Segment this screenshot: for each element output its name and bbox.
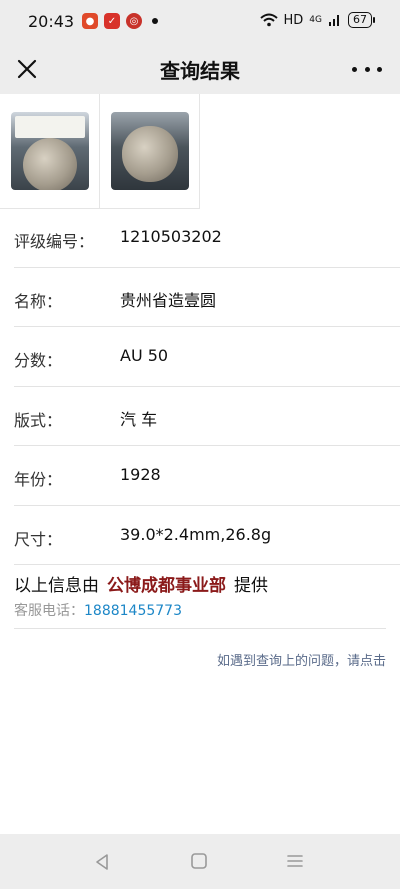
signal-icon: [329, 15, 339, 26]
dot-icon: [364, 66, 370, 72]
detail-value: AU 50: [120, 346, 169, 365]
detail-list: 评级编号： 1210503202 名称： 贵州省造壹圆 分数： AU 50 版式…: [0, 208, 400, 565]
battery-indicator: 67: [348, 12, 375, 28]
detail-label: 名称：: [14, 291, 63, 311]
help-link[interactable]: 如遇到查询上的问题，请点击: [217, 650, 386, 669]
graded-slab-image: [110, 112, 189, 190]
title-bar: 查询结果: [0, 44, 400, 94]
detail-label: 分数：: [14, 351, 63, 370]
detail-value: 39.0*2.4mm,26.8g: [120, 524, 272, 544]
provider-org: 公博成都事业部: [107, 576, 226, 596]
detail-label: 年份：: [14, 470, 63, 489]
network-label: HD: [283, 12, 304, 28]
coin-photo-front[interactable]: [0, 94, 100, 209]
detail-label: 尺寸：: [14, 529, 63, 549]
detail-value: 汽 车: [120, 409, 158, 429]
more-options-button[interactable]: [352, 58, 382, 80]
page-title: 查询结果: [160, 58, 240, 83]
app-notification-icon: ✓: [104, 13, 120, 29]
system-nav-bar: [0, 834, 400, 889]
slab-label-image: [14, 116, 85, 138]
status-time: 20:43: [28, 12, 75, 31]
coin-photo-back[interactable]: [100, 94, 200, 209]
detail-row-variety: 版式： 汽 车: [14, 387, 400, 446]
app-notification-icon: ●: [82, 13, 98, 29]
wifi-icon: [259, 13, 278, 27]
dot-icon: [377, 66, 382, 72]
signal-type: 4G: [309, 15, 322, 25]
recent-apps-icon[interactable]: [286, 853, 304, 869]
detail-label: 评级编号：: [14, 232, 95, 251]
divider: [14, 628, 386, 629]
status-indicators: HD 4G 67: [259, 12, 375, 28]
coin-photos: [0, 94, 400, 209]
service-label: 客服电话：: [14, 603, 84, 619]
detail-value: 贵州省造壹圆: [120, 290, 217, 310]
more-notifications-dot: [152, 18, 158, 24]
detail-row-score: 分数： AU 50: [14, 327, 400, 387]
coin-image: [22, 138, 77, 190]
provider-statement: 以上信息由 公博成都事业部 提供: [14, 571, 268, 596]
detail-row-size: 尺寸： 39.0*2.4mm,26.8g: [14, 506, 400, 565]
coin-image: [121, 126, 178, 182]
close-button[interactable]: [14, 56, 40, 82]
service-phone-link[interactable]: 18881455773: [84, 603, 182, 619]
detail-value: 1210503202: [120, 227, 222, 246]
detail-row-grade-number: 评级编号： 1210503202: [14, 208, 400, 268]
home-icon[interactable]: [190, 852, 208, 870]
notification-icons: ● ✓ ◎: [82, 13, 158, 29]
app-notification-icon: ◎: [126, 13, 142, 29]
graded-slab-image: [10, 112, 89, 190]
back-icon[interactable]: [92, 852, 112, 872]
detail-value: 1928: [120, 465, 161, 484]
dot-icon: [352, 66, 357, 72]
provider-suffix: 提供: [234, 576, 268, 596]
detail-label: 版式：: [14, 410, 63, 430]
provider-prefix: 以上信息由: [14, 576, 99, 596]
customer-service: 客服电话：18881455773: [14, 600, 182, 620]
detail-row-name: 名称： 贵州省造壹圆: [14, 268, 400, 327]
status-bar: 20:43 ● ✓ ◎ HD 4G 67: [0, 0, 400, 44]
detail-row-year: 年份： 1928: [14, 446, 400, 506]
